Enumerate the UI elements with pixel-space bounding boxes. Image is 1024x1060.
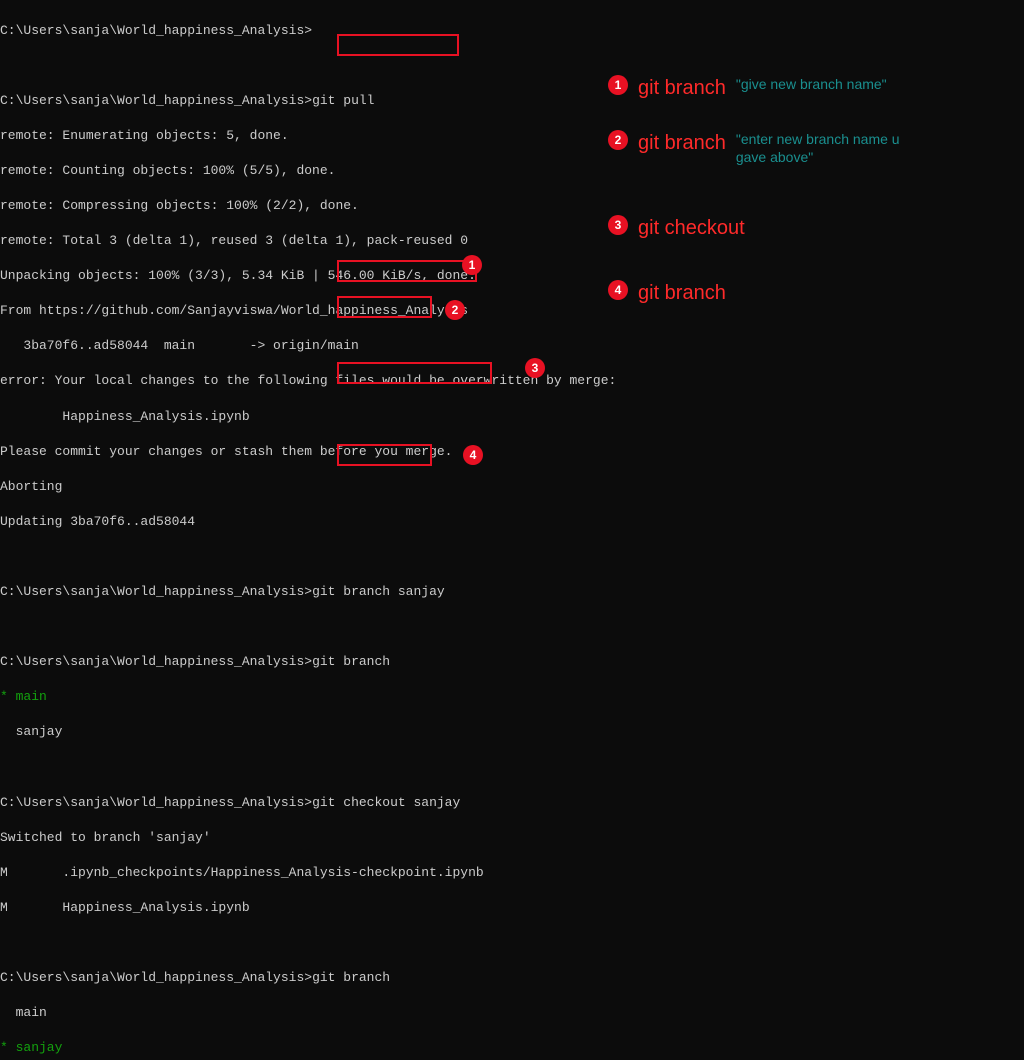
badge-3: 3 (525, 358, 545, 378)
out-star-main: * main (0, 688, 1024, 706)
badge-2: 2 (445, 300, 465, 320)
out-switched: Switched to branch 'sanjay' (0, 829, 1024, 847)
legend-badge-4: 4 (608, 280, 628, 300)
out-unpack: Unpacking objects: 100% (3/3), 5.34 KiB … (0, 267, 1024, 285)
legend-badge-2: 2 (608, 130, 628, 150)
out-sanjay: sanjay (0, 723, 1024, 741)
legend-label-3: git checkout (638, 215, 745, 242)
out-total: remote: Total 3 (delta 1), reused 3 (del… (0, 232, 1024, 250)
prompt: C:\Users\sanja\World_happiness_Analysis> (0, 584, 312, 599)
legend-badge-1: 1 (608, 75, 628, 95)
cmd-git-pull: git pull (312, 93, 374, 108)
out-from: From https://github.com/Sanjayviswa/Worl… (0, 302, 1024, 320)
cmd-branch-list1: git branch (312, 654, 390, 669)
badge-1: 1 (462, 255, 482, 275)
cmd-checkout: git checkout sanjay (312, 795, 460, 810)
legend-label-1: git branch (638, 75, 726, 102)
out-m1: M .ipynb_checkpoints/Happiness_Analysis-… (0, 864, 1024, 882)
out-errfile: Happiness_Analysis.ipynb (0, 408, 1024, 426)
prompt: C:\Users\sanja\World_happiness_Analysis> (0, 970, 312, 985)
legend-label-4: git branch (638, 280, 726, 307)
out-aborting: Aborting (0, 478, 1024, 496)
legend-badge-3: 3 (608, 215, 628, 235)
prompt: C:\Users\sanja\World_happiness_Analysis> (0, 654, 312, 669)
legend-item-4: 4 git branch (608, 280, 726, 307)
out-error: error: Your local changes to the followi… (0, 372, 1024, 390)
cmd-branch-create: git branch sanjay (312, 584, 445, 599)
prompt: C:\Users\sanja\World_happiness_Analysis> (0, 93, 312, 108)
out-main-plain: main (0, 1004, 1024, 1022)
legend-label-2: git branch (638, 130, 726, 157)
legend-item-2: 2 git branch "enter new branch name u ga… (608, 130, 926, 166)
legend-hint-1: "give new branch name" (736, 75, 887, 93)
out-star-sanjay: * sanjay (0, 1039, 1024, 1057)
legend-item-1: 1 git branch "give new branch name" (608, 75, 887, 102)
out-m2: M Happiness_Analysis.ipynb (0, 899, 1024, 917)
prompt: C:\Users\sanja\World_happiness_Analysis> (0, 795, 312, 810)
badge-4: 4 (463, 445, 483, 465)
legend-item-3: 3 git checkout (608, 215, 745, 242)
out-updating: Updating 3ba70f6..ad58044 (0, 513, 1024, 531)
out-compress: remote: Compressing objects: 100% (2/2),… (0, 197, 1024, 215)
legend-hint-2: "enter new branch name u gave above" (736, 130, 926, 166)
out-ref: 3ba70f6..ad58044 main -> origin/main (0, 337, 1024, 355)
out-commitmsg: Please commit your changes or stash them… (0, 443, 1024, 461)
cmd-branch-list2: git branch (312, 970, 390, 985)
prompt: C:\Users\sanja\World_happiness_Analysis> (0, 23, 312, 38)
